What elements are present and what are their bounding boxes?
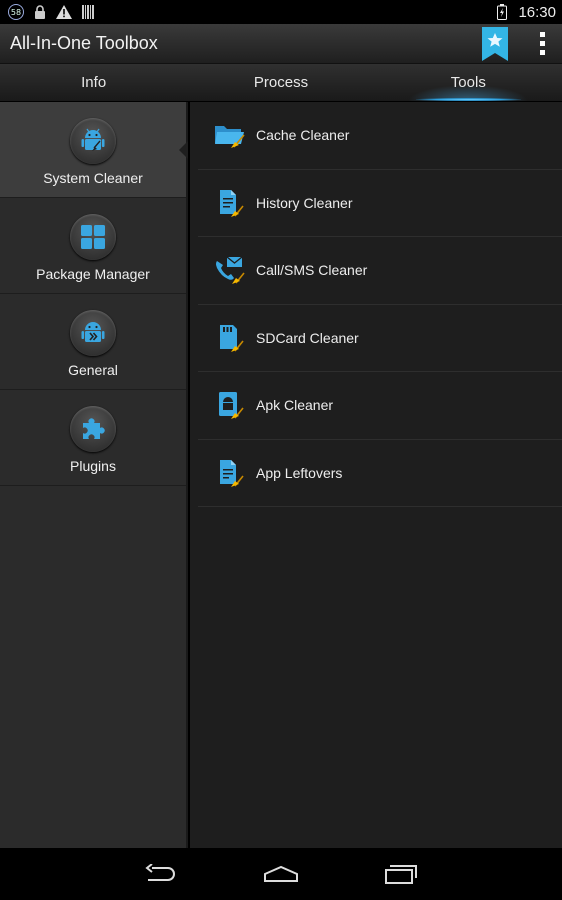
folder-broom-icon — [214, 119, 246, 151]
list-item-sdcard-cleaner[interactable]: SDCard Cleaner — [198, 305, 562, 372]
sidebar-item-label: General — [68, 362, 118, 378]
phone-mail-broom-icon — [214, 254, 246, 286]
sdcard-broom-icon — [214, 322, 246, 354]
sidebar-item-system-cleaner[interactable]: System Cleaner — [0, 102, 188, 198]
sidebar-item-general[interactable]: General — [0, 294, 186, 390]
puzzle-icon — [70, 406, 116, 452]
notification-badge: 58 — [8, 4, 24, 20]
android-broom-icon — [70, 118, 116, 164]
tab-process[interactable]: Process — [187, 64, 374, 101]
tab-info[interactable]: Info — [0, 64, 187, 101]
sidebar-item-label: System Cleaner — [43, 170, 143, 186]
clock: 16:30 — [518, 3, 556, 21]
back-arrow-icon — [145, 864, 175, 881]
file-broom-icon — [214, 457, 246, 489]
status-bar: 58 16:30 — [0, 0, 562, 24]
list-item-label: Cache Cleaner — [256, 127, 350, 144]
back-button[interactable] — [136, 857, 186, 891]
android-box-broom-icon — [214, 389, 246, 421]
list-item-label: Call/SMS Cleaner — [256, 262, 368, 279]
sidebar-item-plugins[interactable]: Plugins — [0, 390, 186, 486]
navigation-bar — [0, 848, 562, 900]
overflow-menu-button[interactable] — [522, 24, 562, 64]
home-button[interactable] — [256, 857, 306, 891]
home-icon — [264, 865, 298, 882]
list-item-label: Apk Cleaner — [256, 397, 334, 414]
sidebar-item-label: Plugins — [70, 458, 116, 474]
lock-icon — [32, 4, 48, 20]
document-broom-icon — [214, 187, 246, 219]
list-item-label: SDCard Cleaner — [256, 329, 359, 346]
sidebar-item-package-manager[interactable]: Package Manager — [0, 198, 186, 294]
action-bar: All-In-One Toolbox — [0, 24, 562, 64]
app-title: All-In-One Toolbox — [10, 33, 158, 53]
tab-bar: Info Process Tools — [0, 64, 562, 102]
star-ribbon-icon — [482, 26, 508, 61]
list-item-label: App Leftovers — [256, 464, 343, 481]
tab-tools[interactable]: Tools — [375, 64, 562, 101]
list-item-apk-cleaner[interactable]: Apk Cleaner — [198, 372, 562, 440]
sidebar: System Cleaner Package Manager General P… — [0, 102, 188, 848]
tools-list: Cache Cleaner History Cleaner Call/SMS C… — [190, 102, 562, 848]
list-item-call-sms-cleaner[interactable]: Call/SMS Cleaner — [198, 237, 562, 305]
list-item-label: History Cleaner — [256, 194, 353, 211]
recent-apps-button[interactable] — [376, 857, 426, 891]
barcode-icon — [80, 4, 96, 20]
sidebar-item-label: Package Manager — [36, 266, 150, 282]
battery-charging-icon — [494, 4, 510, 20]
list-item-cache-cleaner[interactable]: Cache Cleaner — [198, 102, 562, 170]
recent-apps-icon — [385, 865, 417, 884]
grid-icon — [70, 214, 116, 260]
list-item-history-cleaner[interactable]: History Cleaner — [198, 170, 562, 237]
android-arrows-icon — [70, 310, 116, 356]
warning-icon — [56, 4, 72, 20]
list-item-app-leftovers[interactable]: App Leftovers — [198, 440, 562, 507]
bookmark-star-button[interactable] — [482, 26, 508, 61]
